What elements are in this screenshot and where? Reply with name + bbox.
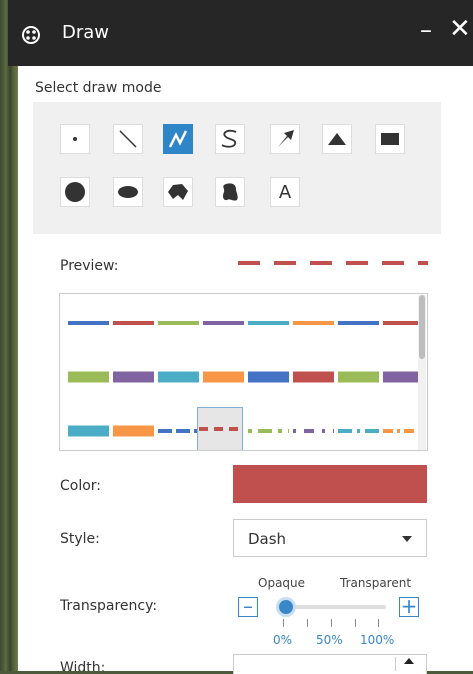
rectangle-mode-button[interactable]	[375, 124, 405, 154]
triangle-icon	[328, 133, 346, 145]
transparency-slider-thumb[interactable]	[276, 597, 296, 617]
triangle-mode-button[interactable]	[322, 124, 352, 154]
close-icon[interactable]: ✕	[449, 14, 471, 44]
ellipse-mode-button[interactable]	[113, 177, 143, 207]
slider-tick	[378, 619, 379, 627]
style-swatch[interactable]	[248, 321, 289, 325]
style-swatch[interactable]	[293, 371, 334, 383]
style-swatch[interactable]	[293, 321, 334, 325]
opaque-label: Opaque	[258, 576, 306, 590]
style-swatch[interactable]	[158, 371, 199, 383]
chevron-down-icon	[402, 536, 412, 542]
style-swatch[interactable]	[383, 321, 424, 325]
slider-tick	[355, 619, 356, 627]
draw-widget-icon	[22, 26, 40, 44]
freehand-polygon-mode-button[interactable]	[215, 177, 245, 207]
style-swatch[interactable]	[248, 371, 289, 383]
color-label: Color:	[60, 478, 102, 494]
tick-label-50: 50%	[316, 633, 343, 647]
style-swatch[interactable]	[68, 371, 109, 383]
line-icon	[119, 130, 137, 148]
rectangle-icon	[381, 133, 399, 145]
tick-label-100: 100%	[360, 633, 395, 647]
circle-mode-button[interactable]	[60, 177, 90, 207]
decrease-transparency-button[interactable]: –	[238, 596, 258, 617]
slider-tick	[283, 619, 284, 627]
polygon-mode-button[interactable]	[163, 177, 193, 207]
text-icon: A	[278, 181, 292, 203]
stepper-divider	[395, 657, 396, 671]
style-swatch[interactable]	[113, 371, 154, 383]
draw-mode-label: Select draw mode	[35, 80, 162, 96]
arrow-mode-button[interactable]	[270, 124, 300, 154]
preview-line	[238, 261, 428, 265]
window-title: Draw	[62, 22, 110, 43]
color-picker[interactable]	[233, 465, 427, 503]
polyline-icon	[168, 130, 188, 148]
minimize-icon[interactable]: –	[420, 16, 432, 44]
tick-label-0: 0%	[273, 633, 293, 647]
preview-label: Preview:	[60, 258, 119, 274]
text-mode-button[interactable]: A	[270, 177, 300, 207]
width-label: Width:	[60, 660, 106, 671]
chevron-up-icon[interactable]	[404, 658, 414, 664]
style-select[interactable]: Dash	[233, 519, 427, 557]
style-swatch[interactable]	[338, 321, 379, 325]
freehand-polygon-icon	[223, 183, 238, 201]
freehand-polyline-icon	[221, 129, 237, 148]
draw-mode-toolbar: A	[33, 102, 441, 234]
slider-tick	[307, 619, 308, 627]
slider-tick	[331, 619, 332, 627]
width-input[interactable]	[233, 654, 427, 674]
point-icon	[73, 137, 77, 141]
increase-transparency-button[interactable]: +	[399, 596, 419, 617]
style-value: Dash	[248, 530, 287, 548]
style-swatch[interactable]	[68, 321, 109, 325]
circle-icon	[65, 182, 85, 202]
ellipse-icon	[118, 186, 138, 198]
style-swatch[interactable]	[158, 321, 199, 325]
line-style-gallery	[59, 293, 428, 451]
polygon-icon	[168, 184, 188, 200]
style-swatch[interactable]	[113, 321, 154, 325]
selected-style-line	[199, 427, 241, 431]
freehand-polyline-mode-button[interactable]	[215, 124, 245, 154]
transparent-label: Transparent	[340, 576, 412, 590]
point-mode-button[interactable]	[60, 124, 90, 154]
gallery-scroll-thumb[interactable]	[419, 295, 425, 359]
style-swatch[interactable]	[203, 371, 244, 383]
draw-panel: Select draw mode A Preview: Color: Style…	[18, 66, 473, 674]
style-swatch[interactable]	[338, 371, 379, 383]
style-swatch[interactable]	[383, 371, 424, 383]
style-label: Style:	[60, 531, 100, 547]
style-swatch[interactable]	[203, 321, 244, 325]
polyline-mode-button[interactable]	[163, 124, 193, 154]
transparency-label: Transparency:	[60, 598, 158, 614]
arrow-icon	[278, 130, 294, 147]
title-bar: Draw – ✕	[8, 0, 473, 66]
line-mode-button[interactable]	[113, 124, 143, 154]
